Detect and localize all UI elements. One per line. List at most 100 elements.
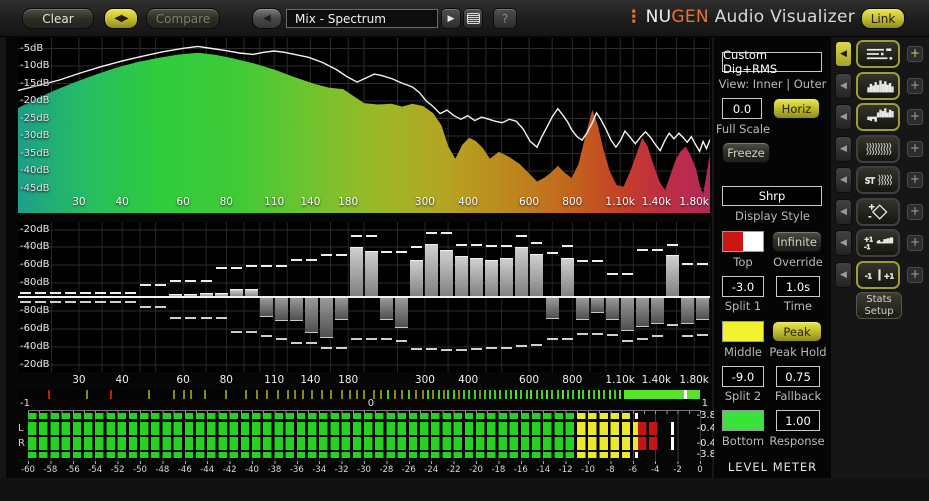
help-icon[interactable]: ? xyxy=(493,8,517,29)
compare-button[interactable]: Compare xyxy=(146,8,220,29)
split-peak-dash xyxy=(426,232,438,235)
meter-zone-green xyxy=(28,413,577,419)
slot-spectrum-add-button[interactable]: + xyxy=(907,77,923,94)
split-bar-down xyxy=(274,298,288,322)
split-peak-dash xyxy=(290,259,302,261)
slot-meter-history-button[interactable] xyxy=(856,40,900,68)
split-peak-dash xyxy=(185,316,197,319)
slot-spectrogram-add-button[interactable]: + xyxy=(907,140,923,157)
split-bar-down xyxy=(380,298,394,320)
slot-vectorscope-expand-button[interactable]: ◀ xyxy=(835,198,852,225)
meter-mode-selector[interactable]: Custom Dig+RMS xyxy=(722,48,822,76)
split-peak-dash xyxy=(456,243,468,246)
meter-scale-label: -26 xyxy=(401,465,416,475)
split-peak-dash xyxy=(531,343,543,346)
control-panel: Custom Dig+RMS View: Inner | Outer 0.0 H… xyxy=(714,36,831,478)
freeze-button[interactable]: Freeze xyxy=(722,142,770,163)
stats-setup-button[interactable]: Stats Setup xyxy=(856,292,902,319)
slot-spectrum-split-expand-button[interactable]: ◀ xyxy=(835,104,852,130)
slot-stereo-spectrogram-expand-button[interactable]: ◀ xyxy=(835,167,852,193)
logo-mark-icon: ⋮ xyxy=(625,7,643,27)
slot-correlation-spectrum-add-button[interactable]: + xyxy=(907,235,923,251)
display-style-selector[interactable]: Shrp xyxy=(722,186,822,206)
slot-correlation-meter-expand-button[interactable]: ◀ xyxy=(835,261,852,288)
ab-compare-arrows-button[interactable]: ◀▶ xyxy=(104,8,138,29)
slot-meter-history-expand-button[interactable]: ◀ xyxy=(835,41,852,67)
horiz-button[interactable]: Horiz xyxy=(773,98,820,119)
logo-rest: Audio Visualizer xyxy=(708,7,855,27)
slot-correlation-meter-button[interactable]: -1 +1 xyxy=(856,260,900,289)
split-peak-dash xyxy=(471,243,483,246)
slot-correlation-spectrum-expand-button[interactable]: ◀ xyxy=(835,230,852,256)
slot-spectrogram-button[interactable] xyxy=(856,134,900,163)
bottom-color-swatch[interactable] xyxy=(722,410,764,431)
slot-spectrum-button[interactable] xyxy=(856,71,900,100)
split-center-line xyxy=(18,296,710,298)
display-slot-row: ◀ + xyxy=(833,134,929,163)
split-peak-dash xyxy=(275,265,287,268)
split-peak-dash xyxy=(215,267,227,270)
split1-value[interactable]: -3.0 xyxy=(722,276,764,297)
meter-readout: -0.4 xyxy=(696,437,716,449)
meter-scale-label: -58 xyxy=(43,465,58,475)
freq-tick-label: 1.40k xyxy=(641,196,672,208)
meter-row xyxy=(18,452,718,458)
split-bar-down xyxy=(605,298,619,320)
meter-scale-label: -36 xyxy=(289,465,304,475)
meter-zone-yellow xyxy=(576,422,639,435)
middle-color-swatch[interactable] xyxy=(722,321,764,342)
meter-scale-label: -30 xyxy=(357,465,371,475)
split-bar-up xyxy=(560,257,574,297)
display-slot-strip: Stats Setup ◀ + ◀ + ◀ + ◀ + ◀ ST + ◀ + - + ◀ +1 -1 + ◀ -1 +1 + xyxy=(833,36,929,478)
split-peak-dash xyxy=(350,337,362,340)
preset-list-icon[interactable] xyxy=(463,8,483,29)
peak-hold-button[interactable]: Peak xyxy=(772,321,822,342)
meter-row xyxy=(18,422,718,435)
slot-spectrogram-expand-button[interactable]: ◀ xyxy=(835,135,852,162)
time-value[interactable]: 1.0s xyxy=(776,276,820,297)
response-value[interactable]: 1.00 xyxy=(776,410,820,431)
play-icon[interactable]: ▶ xyxy=(441,8,461,29)
slot-spectrum-split-button[interactable] xyxy=(856,103,900,131)
meter-scale-label: -16 xyxy=(513,465,528,475)
slot-vectorscope-button[interactable]: + - xyxy=(856,197,900,226)
split-peak-dash xyxy=(335,254,347,257)
preset-name-field[interactable]: Mix - Spectrum xyxy=(286,9,438,28)
fallback-value[interactable]: 0.75 xyxy=(776,366,820,387)
stats-line2: Setup xyxy=(864,306,894,317)
slot-vectorscope-add-button[interactable]: + xyxy=(907,203,923,220)
svg-text:-1: -1 xyxy=(864,244,870,251)
slot-stereo-spectrogram-add-button[interactable]: + xyxy=(907,172,923,188)
top-color-swatch[interactable] xyxy=(722,231,764,252)
split-bar-up xyxy=(665,255,679,297)
link-button[interactable]: Link xyxy=(861,8,905,29)
meter-cap-tick xyxy=(635,452,639,458)
meter-readout: -0.4 xyxy=(696,422,716,434)
split-bar-down xyxy=(620,298,634,331)
full-scale-label: Full Scale xyxy=(715,122,771,136)
clear-button[interactable]: Clear xyxy=(22,8,94,29)
meter-scale-label: -2 xyxy=(673,465,682,475)
slot-spectrum-split-add-button[interactable]: + xyxy=(907,109,923,125)
meter-channel-label: L xyxy=(18,422,24,434)
slot-correlation-meter-add-button[interactable]: + xyxy=(907,266,923,283)
split2-value[interactable]: -9.0 xyxy=(722,366,764,387)
meter-scale-label: -10 xyxy=(581,465,595,475)
slot-stereo-spectrogram-button[interactable]: ST xyxy=(856,166,900,194)
freq-tick-label: 1.10k xyxy=(605,196,635,208)
override-button[interactable]: Infinite xyxy=(772,231,822,252)
split-peak-dash xyxy=(110,291,122,294)
preset-prev-button[interactable]: ◀ xyxy=(252,8,282,29)
split-peak-dash xyxy=(260,265,272,268)
meter-readout: -3.8 xyxy=(696,449,716,460)
slot-meter-history-add-button[interactable]: + xyxy=(907,46,923,62)
freq-tick-label: 140 xyxy=(300,196,321,208)
split-peak-dash xyxy=(606,273,618,275)
slot-spectrum-expand-button[interactable]: ◀ xyxy=(835,72,852,99)
split-peak-dash xyxy=(546,252,558,254)
slot-correlation-spectrum-button[interactable]: +1 -1 xyxy=(856,229,900,257)
middle-label: Middle xyxy=(724,345,762,359)
meter-scale-label: -60 xyxy=(21,465,35,475)
freq-tick-label: 40 xyxy=(115,374,129,386)
full-scale-value[interactable]: 0.0 xyxy=(722,98,762,119)
